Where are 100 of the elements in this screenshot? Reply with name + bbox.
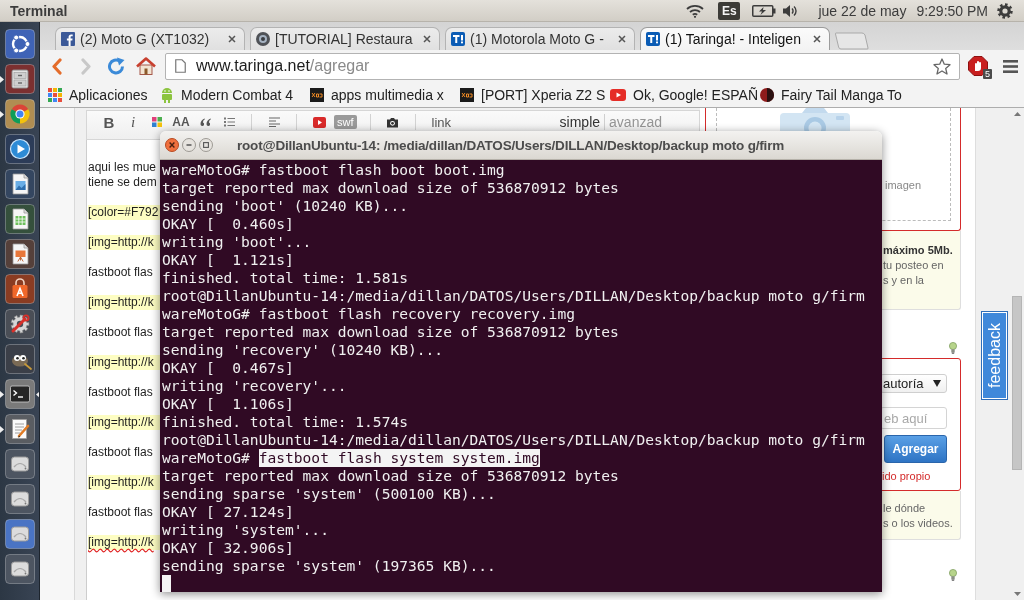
- menu-icon[interactable]: [1002, 59, 1018, 73]
- note-text: ido propio: [882, 470, 931, 482]
- terminal-text: OKAY [ 0.467s]: [162, 359, 294, 377]
- round-logo-icon: [256, 32, 270, 46]
- editor-text: fastboot flas: [88, 325, 154, 340]
- editor-text: [img=http://k: [88, 235, 160, 250]
- spreadsheet-icon[interactable]: [5, 204, 35, 234]
- circle-logo-icon[interactable]: [5, 29, 35, 59]
- terminal-text: wareMotoG#: [162, 449, 251, 467]
- drive-icon[interactable]: [5, 554, 35, 584]
- editor-text: [img=http://k: [88, 415, 160, 430]
- note-text: tu posteo en: [883, 258, 944, 273]
- presentation-icon[interactable]: [5, 239, 35, 269]
- lightbulb-icon: [949, 569, 957, 581]
- drive-icon[interactable]: [5, 484, 35, 514]
- browser-tab[interactable]: (1) Motorola Moto G -: [445, 27, 635, 50]
- close-icon[interactable]: [813, 35, 821, 43]
- volume-icon[interactable]: [783, 3, 799, 18]
- extension-badge: 5: [983, 69, 992, 79]
- back-icon[interactable]: [50, 57, 62, 75]
- terminal-text: fastboot flash system system.img: [258, 449, 540, 467]
- note-text: s y en la: [883, 273, 924, 288]
- quote-icon[interactable]: [199, 117, 211, 127]
- battery-icon[interactable]: [752, 4, 777, 17]
- note-text: s o los videos.: [883, 516, 953, 531]
- editor-text: [img=http://k: [88, 295, 160, 310]
- font-size-button[interactable]: AA: [169, 114, 193, 130]
- terminal-icon[interactable]: [5, 379, 35, 409]
- clock-text[interactable]: 9:29:50 PM: [916, 2, 988, 19]
- mode-link[interactable]: simple: [555, 114, 605, 130]
- terminal-text: writing 'recovery'...: [162, 377, 347, 395]
- scroll-up-icon[interactable]: [1013, 112, 1021, 116]
- scrollbar[interactable]: [1010, 108, 1024, 600]
- bookmark[interactable]: Modern Combat 4: [159, 86, 309, 103]
- drive-icon[interactable]: [5, 519, 35, 549]
- bookmark[interactable]: [PORT] Xperia Z2 S: [459, 86, 609, 103]
- list-icon[interactable]: [223, 117, 235, 127]
- home-icon[interactable]: [136, 57, 156, 75]
- browser-tab[interactable]: (1) Taringa! - Inteligen: [640, 27, 830, 50]
- stop-sign-icon[interactable]: [968, 56, 988, 76]
- settings-icon[interactable]: [997, 2, 1013, 19]
- terminal-text: sending sparse 'system' (197365 KB)...: [162, 557, 496, 575]
- mascot-icon[interactable]: [5, 344, 35, 374]
- shopping-bag-icon[interactable]: [5, 274, 35, 304]
- close-icon[interactable]: [165, 138, 179, 152]
- terminal-text: root@DillanUbuntu-14:/media/dillan/DATOS/Users/DILLAN/Desktop/backup moto g/firm: [162, 287, 865, 305]
- app-title: Terminal: [10, 2, 68, 19]
- feedback-tab[interactable]: feedback: [981, 311, 1008, 400]
- camera-icon[interactable]: [386, 116, 399, 128]
- browser-tab[interactable]: (2) Moto G (XT1032): [55, 27, 245, 50]
- settings-icon[interactable]: [5, 309, 35, 339]
- keyboard-layout-indicator[interactable]: Es: [718, 1, 741, 20]
- terminal-text: OKAY [ 1.106s]: [162, 395, 294, 413]
- browser-logo-icon[interactable]: [5, 99, 35, 129]
- scroll-down-icon[interactable]: [1013, 592, 1021, 596]
- drive-icon[interactable]: [5, 449, 35, 479]
- wifi-icon[interactable]: [686, 3, 705, 18]
- play-icon[interactable]: [5, 134, 35, 164]
- close-icon[interactable]: [423, 35, 431, 43]
- add-button[interactable]: Agregar: [884, 435, 947, 463]
- square-logo-icon: [310, 87, 324, 102]
- scrollbar-thumb[interactable]: [1012, 296, 1022, 470]
- browser-tab[interactable]: [TUTORIAL] Restaura: [250, 27, 440, 50]
- url-text: www.taringa.net/agregar: [196, 57, 370, 75]
- align-left-icon[interactable]: [268, 117, 280, 127]
- maximize-icon[interactable]: [199, 138, 213, 152]
- reload-icon[interactable]: [107, 57, 125, 75]
- bold-button[interactable]: B: [97, 114, 121, 130]
- window-title: root@DillanUbuntu-14: /media/dillan/DATOS/Users/DILLAN/Desktop/backup moto g/firm: [237, 137, 785, 153]
- video-play-icon[interactable]: [312, 116, 326, 128]
- note-heading: máximo 5Mb.: [883, 243, 953, 258]
- close-icon[interactable]: [618, 35, 626, 43]
- link-button[interactable]: link: [425, 114, 457, 130]
- notepad-icon[interactable]: [5, 414, 35, 444]
- color-grid-icon[interactable]: [152, 117, 162, 127]
- terminal-text: OKAY [ 27.124s]: [162, 503, 294, 521]
- terminal-text: wareMotoG# fastboot flash boot boot.img: [162, 161, 505, 179]
- date-text[interactable]: jue 22 de may: [818, 2, 907, 19]
- bookmark[interactable]: Aplicaciones: [47, 86, 159, 103]
- terminal-text: writing 'system'...: [162, 521, 329, 539]
- video-play-icon: [610, 88, 626, 101]
- bookmark[interactable]: Fairy Tail Manga To: [759, 86, 909, 103]
- editor-text: [color=#F792: [88, 205, 160, 220]
- close-icon[interactable]: [228, 35, 236, 43]
- italic-button[interactable]: i: [121, 114, 145, 130]
- license-dropdown[interactable]: autoría: [880, 374, 947, 393]
- drawer-icon[interactable]: [5, 64, 35, 94]
- page-icon: [175, 59, 186, 73]
- star-icon[interactable]: [933, 57, 951, 75]
- address-field[interactable]: www.taringa.net/agregar: [165, 52, 960, 80]
- editor-text: fastboot flas: [88, 385, 154, 400]
- terminal-text: root@DillanUbuntu-14:/media/dillan/DATOS/Users/DILLAN/Desktop/backup moto g/firm: [162, 431, 865, 449]
- terminal-text: finished. total time: 1.574s: [162, 413, 408, 431]
- bookmark[interactable]: apps multimedia x: [309, 86, 459, 103]
- bookmark[interactable]: Ok, Google! ESPAÑ: [609, 86, 759, 103]
- url-field[interactable]: eb aquí: [880, 407, 947, 429]
- document-image-icon[interactable]: [5, 169, 35, 199]
- logo-icon: [451, 32, 465, 46]
- editor-text: fastboot flas: [88, 445, 154, 460]
- minimize-icon[interactable]: [182, 138, 196, 152]
